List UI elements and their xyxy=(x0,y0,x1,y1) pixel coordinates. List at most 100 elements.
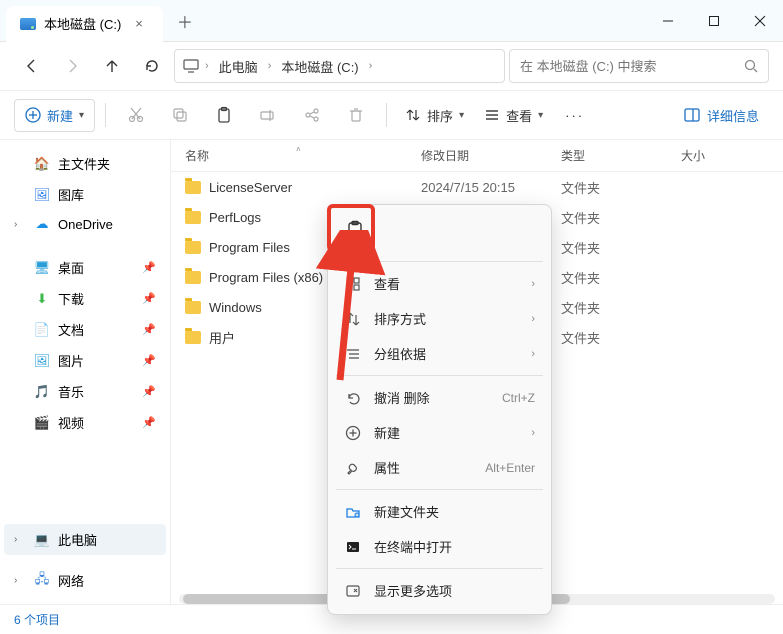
delete-button[interactable] xyxy=(336,97,376,133)
window-controls xyxy=(645,0,783,42)
sidebar-item-desktop[interactable]: 🖥桌面📌 xyxy=(4,252,166,283)
group-icon xyxy=(344,346,362,362)
sidebar-item-gallery[interactable]: 🖼 图库 xyxy=(4,179,166,210)
new-tab-button[interactable]: ＋ xyxy=(163,1,207,41)
chevron-right-icon: › xyxy=(369,60,373,72)
sidebar-item-videos[interactable]: 🎬视频📌 xyxy=(4,407,166,438)
maximize-button[interactable] xyxy=(691,0,737,42)
forward-button[interactable] xyxy=(54,48,90,84)
view-label: 查看 xyxy=(506,106,532,125)
column-size[interactable]: 大小 xyxy=(681,147,761,164)
sidebar-item-label: 下载 xyxy=(58,289,84,308)
menu-label: 新建文件夹 xyxy=(374,502,439,521)
menu-item-sort[interactable]: 排序方式› xyxy=(334,301,545,336)
tab-active[interactable]: 本地磁盘 (C:) × xyxy=(6,6,163,42)
shortcut-text: Ctrl+Z xyxy=(502,391,535,405)
sidebar-item-label: 主文件夹 xyxy=(58,154,110,173)
sidebar-item-downloads[interactable]: ⬇下载📌 xyxy=(4,283,166,314)
breadcrumb[interactable]: › 此电脑 › 本地磁盘 (C:) › xyxy=(174,49,505,83)
pin-icon: 📌 xyxy=(142,416,156,429)
more-button[interactable]: ··· xyxy=(555,102,594,129)
chevron-right-icon: › xyxy=(531,278,535,290)
cut-button[interactable] xyxy=(116,97,156,133)
chevron-right-icon: › xyxy=(531,427,535,439)
context-menu: 查看› 排序方式› 分组依据 › 撤消 删除Ctrl+Z 新建› 属性Alt+En… xyxy=(327,204,552,615)
minimize-button[interactable] xyxy=(645,0,691,42)
new-button[interactable]: 新建 ▾ xyxy=(14,99,95,132)
menu-label: 属性 xyxy=(374,458,400,477)
sidebar-item-label: OneDrive xyxy=(58,217,113,232)
file-type: 文件夹 xyxy=(561,328,681,347)
pin-icon: 📌 xyxy=(142,261,156,274)
separator xyxy=(336,375,543,376)
menu-item-new-folder[interactable]: 新建文件夹 xyxy=(334,494,545,529)
menu-item-group[interactable]: 分组依据 › xyxy=(334,336,545,371)
paste-button[interactable] xyxy=(204,97,244,133)
separator xyxy=(386,103,387,127)
sort-button[interactable]: 排序 ▾ xyxy=(397,100,472,131)
chevron-right-icon: › xyxy=(531,348,535,360)
breadcrumb-item[interactable]: 本地磁盘 (C:) xyxy=(277,55,362,78)
refresh-button[interactable] xyxy=(134,48,170,84)
search-input[interactable] xyxy=(520,59,744,74)
sidebar-item-label: 此电脑 xyxy=(58,530,97,549)
view-button[interactable]: 查看 ▾ xyxy=(476,100,551,131)
chevron-right-icon[interactable]: › xyxy=(14,219,26,230)
menu-item-terminal[interactable]: 在终端中打开 xyxy=(334,529,545,564)
sidebar-item-home[interactable]: 🏠主文件夹 xyxy=(4,148,166,179)
up-button[interactable] xyxy=(94,48,130,84)
search-box[interactable] xyxy=(509,49,769,83)
menu-item-show-more[interactable]: 显示更多选项 xyxy=(334,573,545,608)
chevron-down-icon: ▾ xyxy=(79,110,84,121)
status-text: 6 个项目 xyxy=(14,611,60,628)
chevron-right-icon[interactable]: › xyxy=(14,534,26,545)
folder-icon xyxy=(185,241,201,254)
column-type[interactable]: 类型 xyxy=(561,147,681,164)
file-name: LicenseServer xyxy=(209,180,292,195)
back-button[interactable] xyxy=(14,48,50,84)
sidebar-item-network[interactable]: ›🖧网络 xyxy=(4,565,166,596)
copy-button[interactable] xyxy=(160,97,200,133)
separator xyxy=(105,103,106,127)
menu-item-new[interactable]: 新建› xyxy=(334,415,545,450)
sidebar-item-music[interactable]: 🎵音乐📌 xyxy=(4,376,166,407)
chevron-down-icon: ▾ xyxy=(538,110,543,121)
folder-icon xyxy=(185,181,201,194)
file-type: 文件夹 xyxy=(561,268,681,287)
table-row[interactable]: LicenseServer2024/7/15 20:15文件夹 xyxy=(171,172,783,202)
sidebar-item-thispc[interactable]: ›💻此电脑 xyxy=(4,524,166,555)
menu-item-undo[interactable]: 撤消 删除Ctrl+Z xyxy=(334,380,545,415)
column-modified[interactable]: 修改日期 xyxy=(421,147,561,164)
gallery-icon: 🖼 xyxy=(34,187,50,203)
sidebar-item-label: 图库 xyxy=(58,185,84,204)
chevron-right-icon[interactable]: › xyxy=(14,575,26,586)
sidebar-item-onedrive[interactable]: › ☁ OneDrive xyxy=(4,210,166,238)
annotation-highlight-box xyxy=(327,204,375,252)
chevron-right-icon: › xyxy=(531,313,535,325)
details-button[interactable]: 详细信息 xyxy=(673,100,769,131)
cloud-icon: ☁ xyxy=(34,216,50,232)
breadcrumb-item[interactable]: 此电脑 xyxy=(215,55,262,78)
separator xyxy=(336,489,543,490)
terminal-icon xyxy=(344,539,362,555)
more-options-icon xyxy=(344,583,362,599)
menu-label: 分组依据 xyxy=(374,344,426,363)
menu-item-properties[interactable]: 属性Alt+Enter xyxy=(334,450,545,485)
close-button[interactable] xyxy=(737,0,783,42)
sidebar-item-pictures[interactable]: 🖼图片📌 xyxy=(4,345,166,376)
sidebar-item-label: 桌面 xyxy=(58,258,84,277)
file-type: 文件夹 xyxy=(561,208,681,227)
rename-button[interactable] xyxy=(248,97,288,133)
menu-item-view[interactable]: 查看› xyxy=(334,266,545,301)
tab-close-button[interactable]: × xyxy=(129,14,149,33)
folder-icon xyxy=(185,301,201,314)
new-folder-icon xyxy=(344,504,362,520)
sidebar: 🏠主文件夹 🖼图库 ›☁OneDrive 🖥桌面📌 ⬇下载📌 📄文档📌 🖼图片📌… xyxy=(0,140,170,604)
sidebar-item-documents[interactable]: 📄文档📌 xyxy=(4,314,166,345)
pin-icon: 📌 xyxy=(142,292,156,305)
pin-icon: 📌 xyxy=(142,385,156,398)
column-name[interactable]: ˄名称 xyxy=(171,147,421,164)
file-name: PerfLogs xyxy=(209,210,261,225)
video-icon: 🎬 xyxy=(34,415,50,431)
share-button[interactable] xyxy=(292,97,332,133)
